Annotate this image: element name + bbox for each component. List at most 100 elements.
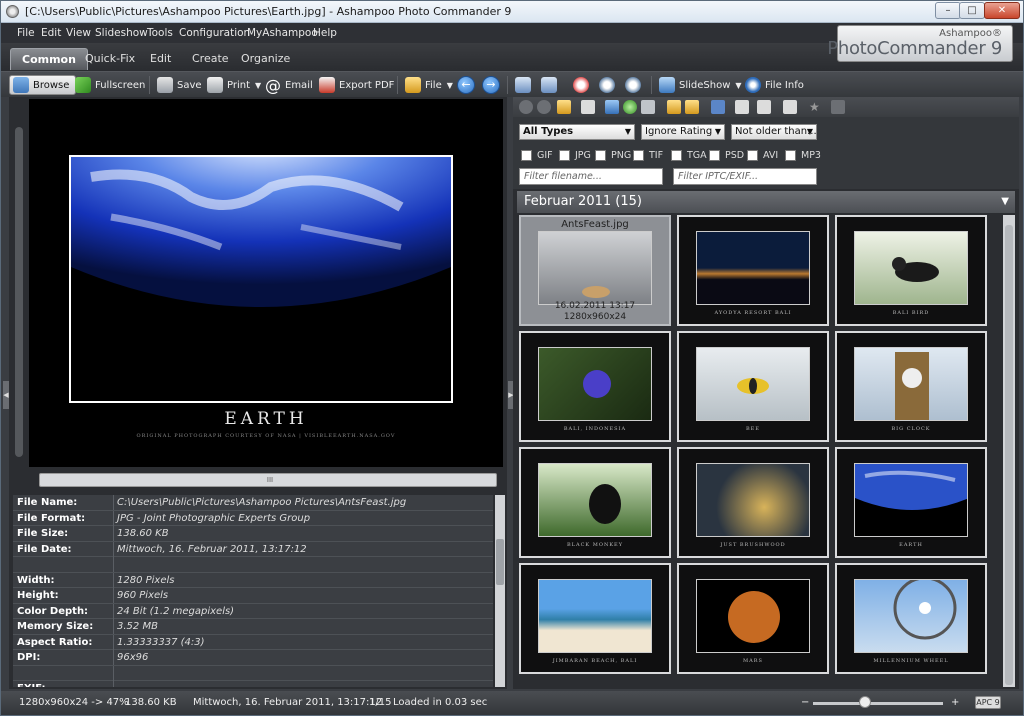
checkbox-box[interactable] [671,149,682,161]
print-button[interactable]: Print ▼ [207,75,261,95]
thumbnail-ayodya[interactable]: AYODYA RESORT BALI [677,215,829,326]
grid-scroll-thumb[interactable] [1005,225,1013,685]
list-view-icon[interactable] [581,100,595,114]
thumbnail-jimbaran-beach[interactable]: JIMBARAN BEACH, BALI [519,563,671,674]
info-scrollbar[interactable] [495,495,505,687]
zoom-actual-button[interactable] [599,75,619,95]
iptc-filter-input[interactable]: Filter IPTC/EXIF... [673,168,817,185]
tab-edit[interactable]: Edit [139,48,182,70]
age-filter-select[interactable]: Not older than... ▼ [731,124,817,140]
thumbnail-view-icon[interactable] [605,100,619,114]
preview-horizontal-scrollbar[interactable]: III [39,473,497,487]
file-dropdown-icon[interactable]: ▼ [447,81,453,90]
format-checkbox-gif[interactable]: GIF [521,149,553,161]
zoom-slider-knob[interactable] [859,696,871,708]
type-filter-select[interactable]: All Types ▼ [519,124,635,140]
chevron-down-icon[interactable]: ▼ [1001,191,1009,212]
left-collapse-arrow[interactable]: ◀ [3,381,9,409]
fullscreen-button[interactable]: Fullscreen [75,75,145,95]
checkbox-box[interactable] [595,149,606,161]
refresh-icon[interactable] [623,100,637,114]
checkbox-box[interactable] [521,149,532,161]
thumbnail-black-monkey[interactable]: BLACK MONKEY [519,447,671,558]
menu-myashampoo[interactable]: MyAshampoo [247,27,318,39]
zoom-out-icon [573,77,589,93]
flip-horizontal-button[interactable] [515,75,535,95]
close-button[interactable]: ✕ [984,2,1020,19]
zoom-in-control[interactable]: + [951,697,959,708]
search-icon[interactable] [641,100,655,114]
save-button[interactable]: Save [157,75,202,95]
sort-icon[interactable] [711,100,725,114]
app-icon[interactable] [6,5,19,18]
preview-vertical-slider[interactable] [15,127,23,457]
folder-up-icon[interactable] [557,100,571,114]
column-divider [113,557,114,572]
checkbox-box[interactable] [785,149,796,161]
image-viewer[interactable]: EARTH ORIGINAL PHOTOGRAPH COURTESY OF NA… [29,99,503,467]
file-menu-button[interactable]: File ▼ [405,75,453,95]
thumbnail-just-brushwood[interactable]: JUST BRUSHWOOD [677,447,829,558]
checkbox-box[interactable] [747,149,758,161]
rating-filter-select[interactable]: Ignore Rating ▼ [641,124,725,140]
copy-to-folder-icon[interactable] [667,100,681,114]
thumbnail-earth[interactable]: EARTH [835,447,987,558]
tab-organize[interactable]: Organize [230,48,301,70]
view-options-icon[interactable] [757,100,771,114]
back-icon[interactable] [519,100,533,114]
thumbnail-bee[interactable]: BEE [677,331,829,442]
thumb-date: 16.02.2011 13:17 [554,301,636,311]
zoom-out-control[interactable]: − [801,697,809,708]
maximize-button[interactable]: □ [959,2,985,19]
minimize-button[interactable]: – [935,2,961,19]
thumbnail-mars[interactable]: MARS [677,563,829,674]
checkbox-box[interactable] [709,149,720,161]
browse-button[interactable]: Browse [9,75,77,95]
file-info-button[interactable]: File Info [745,75,804,95]
menu-slideshow[interactable]: Slideshow [95,27,148,39]
menu-file[interactable]: File [17,27,35,39]
menu-view[interactable]: View [66,27,91,39]
flip-vertical-button[interactable] [541,75,561,95]
thumbnail-antsfeast[interactable]: AntsFeast.jpg 16.02.2011 13:17 1280x960x2… [519,215,671,326]
grid-scrollbar[interactable] [1003,215,1015,687]
menu-edit[interactable]: Edit [41,27,61,39]
previous-image-button[interactable]: ← [457,76,475,94]
format-checkbox-tga[interactable]: TGA [671,149,707,161]
forward-icon[interactable] [537,100,551,114]
thumbnail-bali-bird[interactable]: BALI BIRD [835,215,987,326]
print-dropdown-icon[interactable]: ▼ [255,81,261,90]
scroll-grip[interactable]: III [250,475,290,485]
slideshow-button[interactable]: SlideShow ▼ [659,75,742,95]
format-checkbox-mp3[interactable]: MP3 [785,149,821,161]
move-to-folder-icon[interactable] [685,100,699,114]
format-checkbox-tif[interactable]: TIF [633,149,663,161]
email-button[interactable]: @ Email [265,75,313,95]
menu-tools[interactable]: Tools [147,27,173,39]
export-pdf-button[interactable]: Export PDF [319,75,394,95]
info-scroll-thumb[interactable] [496,539,504,585]
zoom-out-button[interactable] [573,75,593,95]
zoom-in-button[interactable] [625,75,645,95]
slideshow-dropdown-icon[interactable]: ▼ [735,81,741,90]
checkbox-box[interactable] [633,149,644,161]
tag-icon[interactable] [831,100,845,114]
layout-icon[interactable] [783,100,797,114]
format-checkbox-jpg[interactable]: JPG [559,149,591,161]
star-rating-icon[interactable]: ★ [809,100,823,114]
thumbnail-big-clock[interactable]: BIG CLOCK [835,331,987,442]
checkbox-box[interactable] [559,149,570,161]
thumbnail-bali-indonesia[interactable]: BALI, INDONESIA [519,331,671,442]
menu-configuration[interactable]: Configuration [179,27,250,39]
tab-quick-fix[interactable]: Quick-Fix [74,48,146,70]
format-checkbox-avi[interactable]: AVI [747,149,778,161]
thumbnail-millennium-wheel[interactable]: MILLENNIUM WHEEL [835,563,987,674]
filter-icon[interactable] [735,100,749,114]
filename-filter-input[interactable]: Filter filename... [519,168,663,185]
group-header[interactable]: Februar 2011 (15) ▼ [517,191,1015,213]
menu-help[interactable]: Help [313,27,337,39]
format-checkbox-psd[interactable]: PSD [709,149,744,161]
next-image-button[interactable]: → [482,76,500,94]
zoom-slider-track[interactable] [813,702,943,705]
format-checkbox-png[interactable]: PNG [595,149,631,161]
